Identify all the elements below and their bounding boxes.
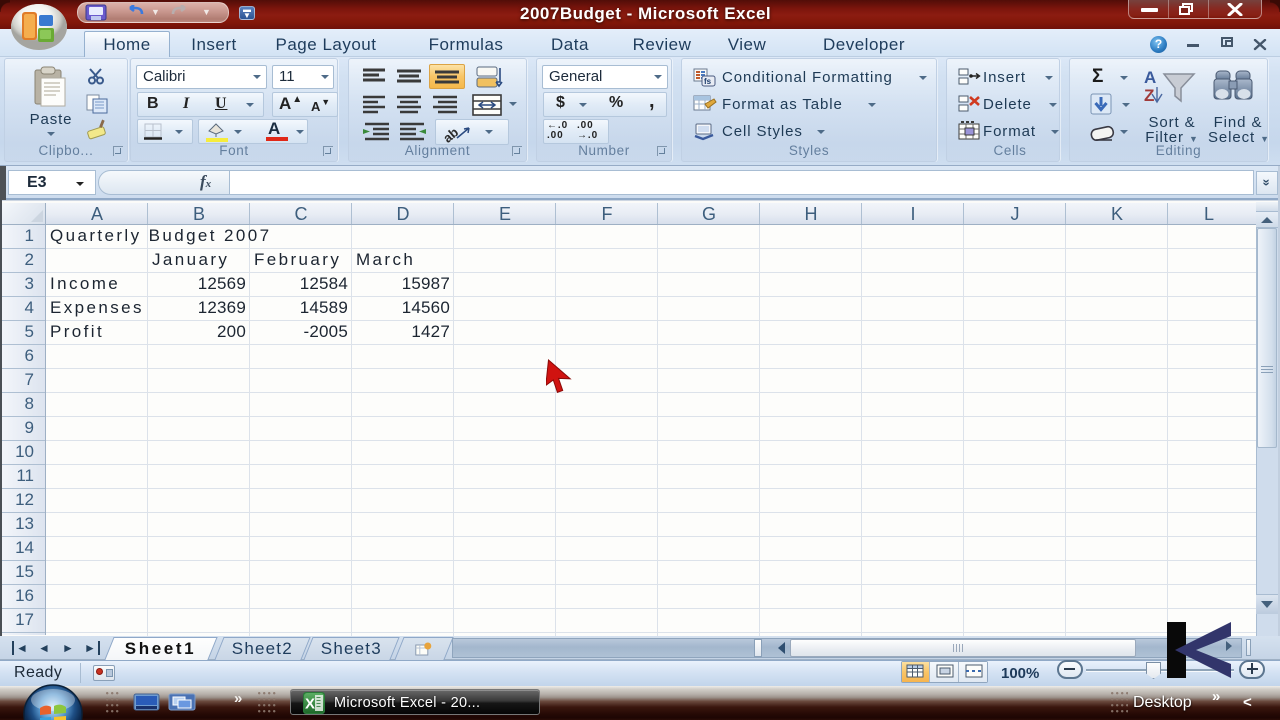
svg-text:A: A (1144, 68, 1156, 87)
svg-text:ab: ab (443, 124, 461, 144)
svg-text:X: X (305, 696, 315, 713)
svg-text:fs: fs (704, 77, 712, 86)
